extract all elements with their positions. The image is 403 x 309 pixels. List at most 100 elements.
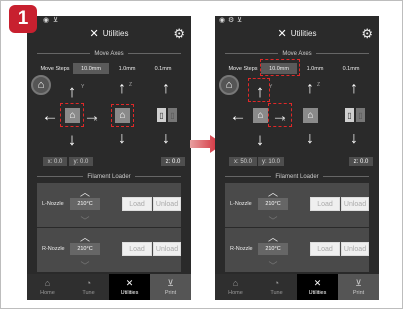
- axis-label-z: Z: [317, 82, 321, 88]
- nozzle-panel-left: L-Nozzle ︿ 210°C ﹀ Load Unload: [225, 183, 369, 227]
- temperature-value[interactable]: 210°C: [70, 198, 100, 210]
- arrow-right-icon[interactable]: →: [83, 107, 101, 124]
- step-option-10mm[interactable]: 10.0mm: [73, 63, 109, 74]
- chevron-down-icon[interactable]: ﹀: [263, 214, 283, 227]
- tab-print[interactable]: ⊻ Print: [338, 274, 379, 300]
- highlight-step-10mm: [260, 59, 300, 76]
- arrow-nozzle-up-icon[interactable]: ↑: [159, 80, 173, 98]
- tools-icon: ✕: [125, 277, 134, 288]
- arrow-left-icon[interactable]: ←: [41, 107, 59, 124]
- nozzle-name: L-Nozzle: [230, 201, 252, 207]
- nozzle-panel-left: L-Nozzle ︿ 210°C ﹀ Load Unload: [37, 183, 181, 227]
- gear-icon[interactable]: ⚙: [361, 26, 373, 42]
- tab-utilities[interactable]: ✕ Utilities: [109, 274, 150, 300]
- home-all-button[interactable]: ⌂: [31, 75, 51, 95]
- tab-print[interactable]: ⊻ Print: [150, 274, 191, 300]
- nozzle-name: L-Nozzle: [42, 201, 64, 207]
- step-option-01mm[interactable]: 0.1mm: [145, 63, 181, 74]
- highlight-z-home: [111, 104, 134, 127]
- coord-z: z: 0.0: [349, 157, 373, 166]
- coord-x: x: 0.0: [43, 157, 67, 166]
- axis-label-z: Z: [129, 82, 133, 88]
- filament-loader-header: Filament Loader: [225, 172, 370, 181]
- home-icon: ⌂: [44, 277, 51, 288]
- gear-icon[interactable]: ⚙: [173, 26, 185, 42]
- axis-label-y: Y: [81, 84, 85, 90]
- axis-label-x: X: [94, 117, 98, 123]
- home-all-button[interactable]: ⌂: [219, 75, 239, 95]
- arrow-nozzle-down-icon[interactable]: ↓: [159, 130, 173, 148]
- print-icon: ⊻: [167, 277, 174, 288]
- nozzle-panel-right: R-Nozzle ︿ 210°C ﹀ Load Unload: [225, 228, 369, 272]
- arrow-nozzle-down-icon[interactable]: ↓: [347, 130, 361, 148]
- nozzle-icon[interactable]: ▯: [157, 108, 166, 122]
- arrow-up-icon[interactable]: ↑: [64, 82, 80, 100]
- chevron-down-icon[interactable]: ﹀: [75, 214, 95, 227]
- arrow-z-up-icon[interactable]: ↑: [115, 80, 129, 98]
- step-option-1mm[interactable]: 1.0mm: [297, 63, 333, 74]
- tab-tune[interactable]: ◔ Tune: [68, 274, 109, 300]
- tab-utilities[interactable]: ✕ Utilities: [297, 274, 338, 300]
- home-all-icon: ⌂: [37, 79, 45, 91]
- unload-button[interactable]: Unload: [341, 197, 369, 211]
- temperature-value[interactable]: 210°C: [258, 243, 288, 255]
- usb-icon: ⊻: [53, 17, 59, 24]
- chevron-up-icon[interactable]: ︿: [263, 184, 283, 199]
- unload-button[interactable]: Unload: [153, 242, 181, 256]
- arrow-z-down-icon[interactable]: ↓: [115, 130, 129, 148]
- status-bar: ◉ ⚙ ⊻: [215, 16, 379, 24]
- temperature-value[interactable]: 210°C: [258, 198, 288, 210]
- coord-y: y: 10.0: [258, 157, 284, 166]
- tab-home[interactable]: ⌂ Home: [215, 274, 256, 300]
- step-option-01mm[interactable]: 0.1mm: [333, 63, 369, 74]
- home-z-button[interactable]: ⌂: [303, 108, 318, 123]
- home-xy-button[interactable]: ⌂: [253, 108, 268, 123]
- print-icon: ⊻: [355, 277, 362, 288]
- load-button[interactable]: Load: [122, 242, 152, 256]
- nozzle-icon[interactable]: ▯: [356, 108, 365, 122]
- chevron-down-icon[interactable]: ﹀: [263, 259, 283, 272]
- arrow-down-icon[interactable]: ↓: [64, 130, 80, 148]
- highlight-arrow-right: [268, 103, 292, 127]
- tools-icon: ✕: [89, 28, 99, 40]
- usb-icon: ⊻: [237, 17, 243, 24]
- home-all-icon: ⌂: [225, 79, 233, 91]
- tab-home[interactable]: ⌂ Home: [27, 274, 68, 300]
- tab-tune[interactable]: ◔ Tune: [256, 274, 297, 300]
- tools-icon: ✕: [313, 277, 322, 288]
- step-badge: 1: [9, 5, 37, 33]
- load-button[interactable]: Load: [122, 197, 152, 211]
- highlight-xy-home: [60, 103, 84, 127]
- move-steps-label: Move Steps: [228, 65, 258, 72]
- coord-y: y: 0.0: [69, 157, 93, 166]
- load-button[interactable]: Load: [310, 242, 340, 256]
- nozzle-name: R-Nozzle: [230, 246, 253, 252]
- settings-icon: ⚙: [228, 17, 235, 24]
- tools-icon: ✕: [277, 28, 287, 40]
- coord-z: z: 0.0: [161, 157, 185, 166]
- unload-button[interactable]: Unload: [153, 197, 181, 211]
- coord-x: x: 50.0: [229, 157, 257, 166]
- move-axes-header: Move Axes: [37, 49, 182, 58]
- nozzle-icon[interactable]: ▯: [168, 108, 177, 122]
- arrow-z-down-icon[interactable]: ↓: [303, 130, 317, 148]
- temperature-value[interactable]: 210°C: [70, 243, 100, 255]
- nozzle-icon[interactable]: ▯: [345, 108, 354, 122]
- chevron-up-icon[interactable]: ︿: [263, 229, 283, 244]
- arrow-nozzle-up-icon[interactable]: ↑: [347, 80, 361, 98]
- arrow-left-icon[interactable]: ←: [229, 107, 247, 124]
- load-button[interactable]: Load: [310, 197, 340, 211]
- filament-loader-header: Filament Loader: [37, 172, 182, 181]
- chevron-up-icon[interactable]: ︿: [75, 184, 95, 199]
- chevron-up-icon[interactable]: ︿: [75, 229, 95, 244]
- move-axes-header: Move Axes: [225, 49, 370, 58]
- step-option-1mm[interactable]: 1.0mm: [109, 63, 145, 74]
- page-title: Utilities: [290, 29, 317, 38]
- chevron-down-icon[interactable]: ﹀: [75, 259, 95, 272]
- arrow-down-icon[interactable]: ↓: [252, 130, 268, 148]
- unload-button[interactable]: Unload: [341, 242, 369, 256]
- arrow-z-up-icon[interactable]: ↑: [303, 80, 317, 98]
- home-icon: ⌂: [232, 277, 239, 288]
- nozzle-name: R-Nozzle: [42, 246, 65, 252]
- wifi-icon: ◉: [219, 17, 226, 24]
